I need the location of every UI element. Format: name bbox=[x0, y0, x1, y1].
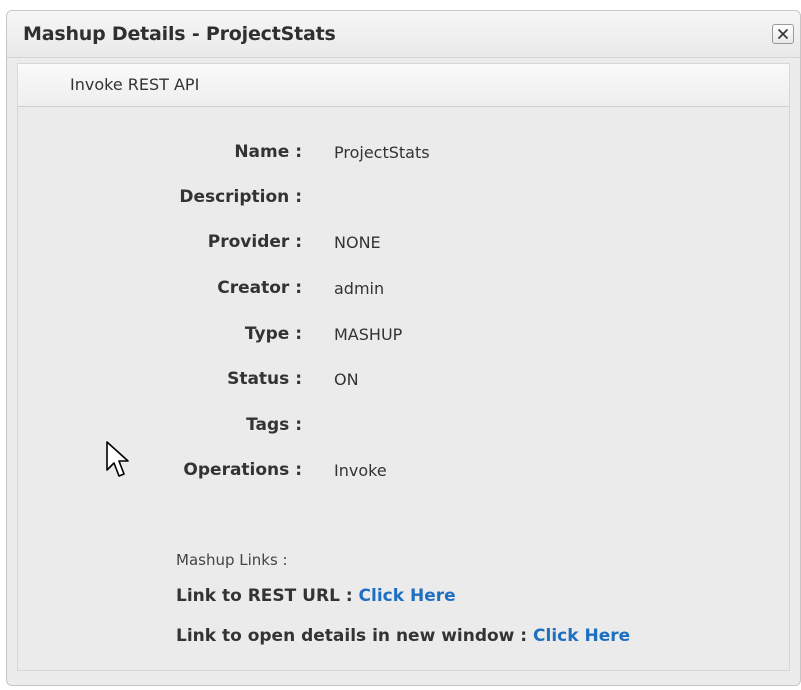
description-label: Description : bbox=[179, 187, 302, 207]
details-panel: Name : ProjectStats Description : Provid… bbox=[17, 107, 790, 671]
invoke-rest-api-tab[interactable]: Invoke REST API bbox=[70, 75, 199, 94]
provider-label: Provider : bbox=[207, 232, 302, 252]
rest-url-link[interactable]: Click Here bbox=[359, 586, 456, 606]
detail-row-operations: Operations : Invoke bbox=[18, 460, 789, 484]
new-window-link-row: Link to open details in new window : Cli… bbox=[176, 626, 630, 646]
detail-row-type: Type : MASHUP bbox=[18, 324, 789, 348]
tags-label: Tags : bbox=[246, 415, 302, 435]
new-window-link[interactable]: Click Here bbox=[533, 626, 630, 646]
type-value: MASHUP bbox=[334, 325, 403, 344]
dialog-title: Mashup Details - ProjectStats bbox=[23, 23, 336, 45]
close-button[interactable] bbox=[772, 24, 794, 44]
mouse-pointer-icon bbox=[106, 441, 129, 477]
dialog-toolbar: Invoke REST API bbox=[17, 63, 790, 107]
status-label: Status : bbox=[227, 369, 302, 389]
detail-row-creator: Creator : admin bbox=[18, 278, 789, 302]
name-value: ProjectStats bbox=[334, 143, 430, 162]
mashup-links-heading: Mashup Links : bbox=[176, 551, 288, 569]
name-label: Name : bbox=[234, 142, 302, 162]
operations-value: Invoke bbox=[334, 461, 387, 480]
operations-label: Operations : bbox=[183, 460, 302, 480]
close-icon bbox=[777, 28, 789, 40]
rest-url-link-row: Link to REST URL : Click Here bbox=[176, 586, 456, 606]
creator-value: admin bbox=[334, 279, 385, 298]
detail-row-description: Description : bbox=[18, 187, 789, 211]
rest-url-label: Link to REST URL : bbox=[176, 586, 359, 606]
creator-label: Creator : bbox=[217, 278, 302, 298]
mashup-details-dialog: Mashup Details - ProjectStats Invoke RES… bbox=[6, 10, 801, 686]
new-window-label: Link to open details in new window : bbox=[176, 626, 534, 646]
dialog-titlebar: Mashup Details - ProjectStats bbox=[7, 11, 800, 58]
status-value: ON bbox=[334, 370, 359, 389]
detail-row-name: Name : ProjectStats bbox=[18, 142, 789, 166]
detail-row-tags: Tags : bbox=[18, 415, 789, 439]
detail-row-provider: Provider : NONE bbox=[18, 232, 789, 256]
detail-row-status: Status : ON bbox=[18, 369, 789, 393]
provider-value: NONE bbox=[334, 233, 381, 252]
type-label: Type : bbox=[244, 324, 302, 344]
